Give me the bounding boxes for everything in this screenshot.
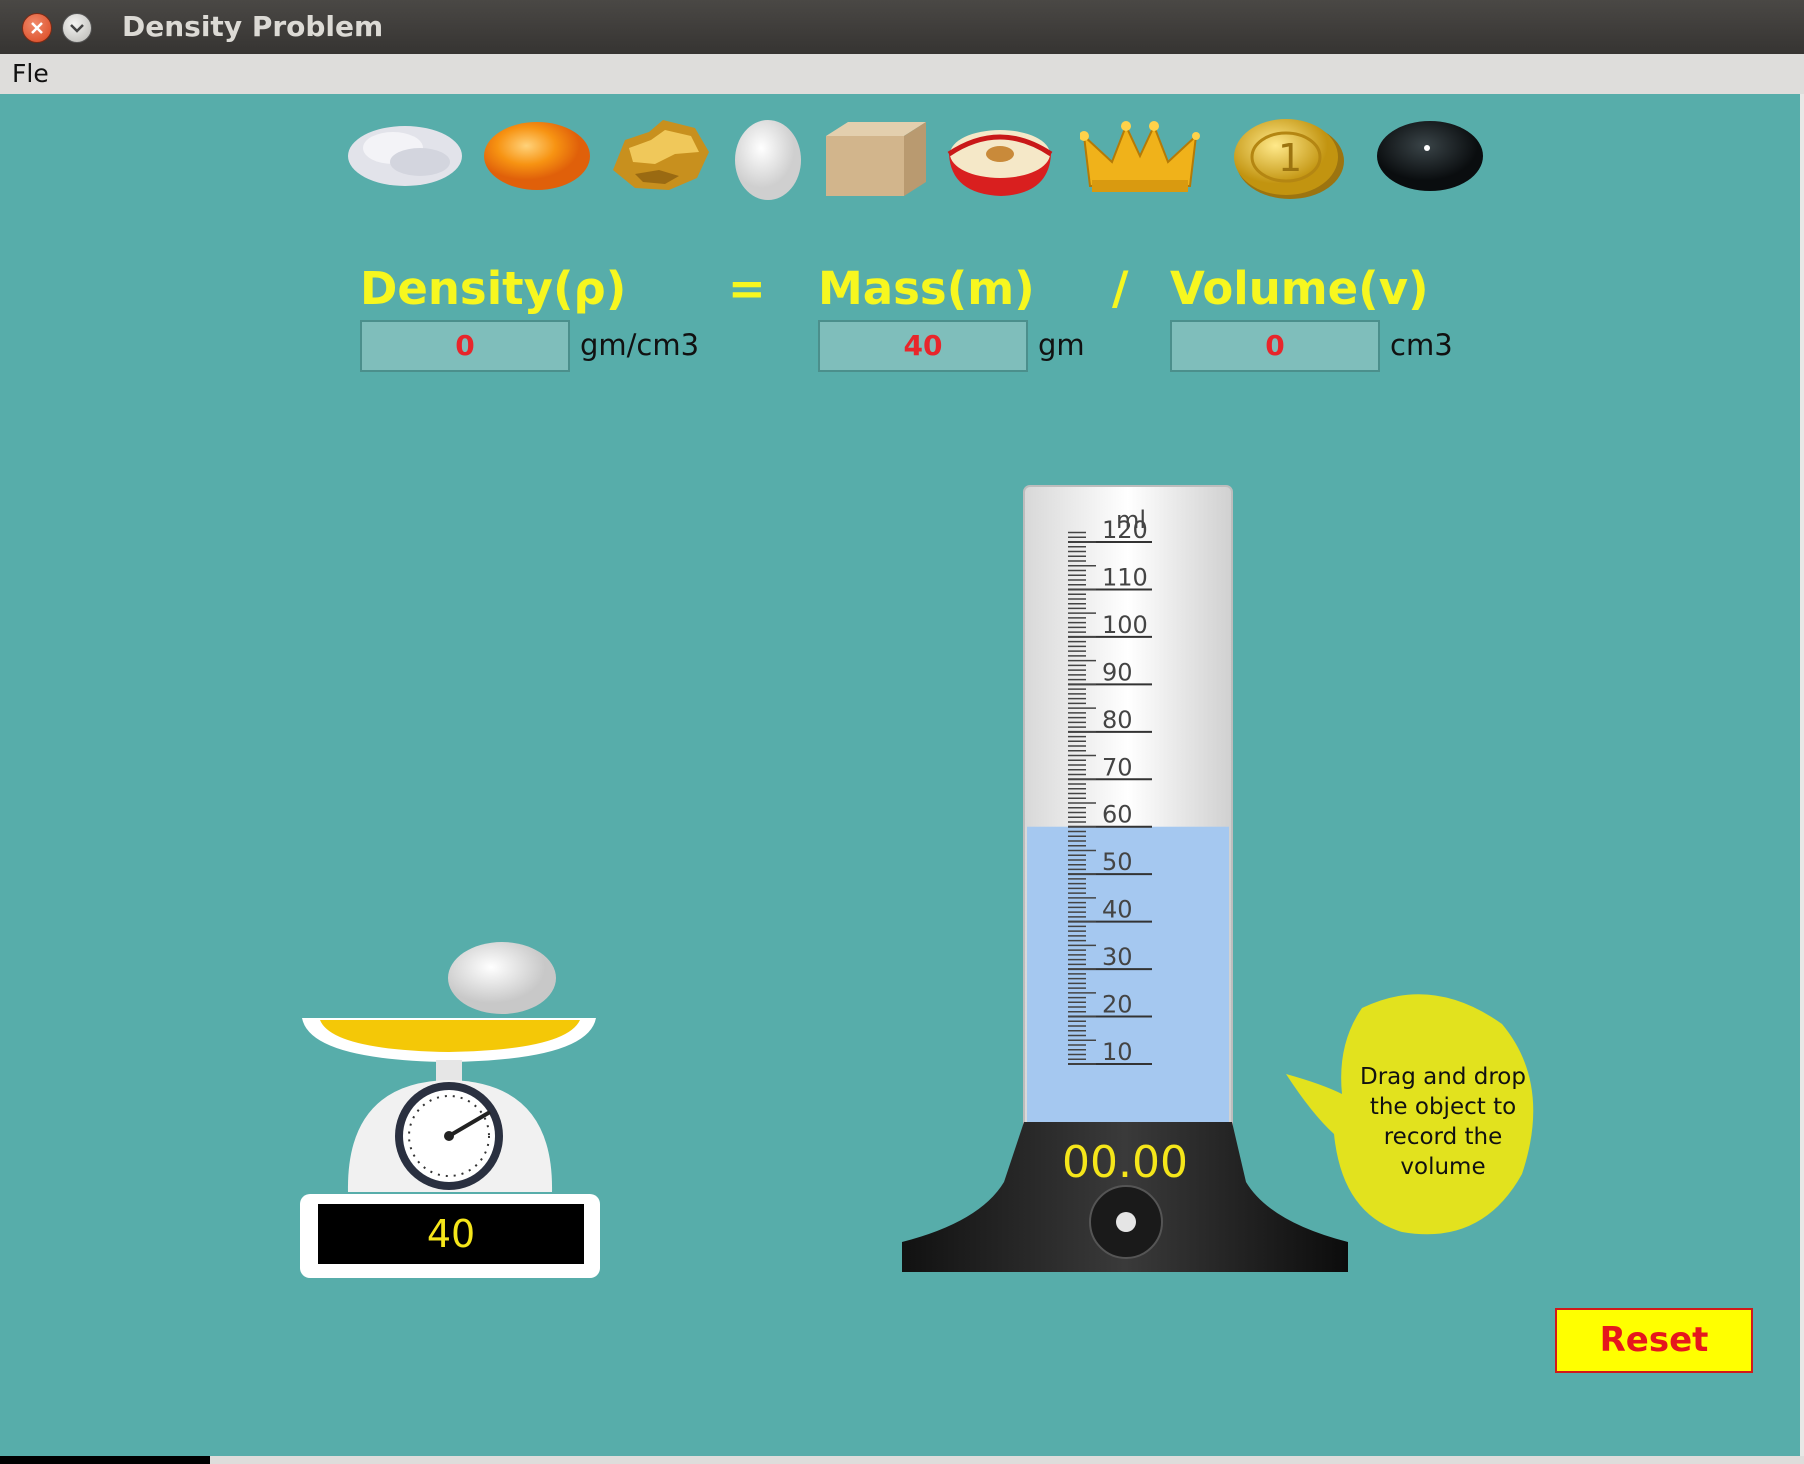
tick-label: 10: [1102, 1038, 1133, 1066]
tick-label: 70: [1102, 753, 1133, 781]
wood-block-icon[interactable]: [820, 118, 930, 198]
tick-label: 40: [1102, 896, 1133, 924]
window-title: Density Problem: [122, 10, 384, 43]
svg-text:1: 1: [1278, 136, 1302, 180]
mass-field[interactable]: 40: [818, 320, 1028, 372]
close-glyph-icon: [31, 22, 43, 34]
status-strip: [0, 1456, 1804, 1464]
density-label: Density(ρ): [360, 262, 627, 315]
menu-bar: Fle: [0, 54, 1804, 95]
window-titlebar: Density Problem: [0, 0, 1804, 54]
mass-label: Mass(m): [818, 262, 1035, 315]
mass-unit: gm: [1038, 328, 1085, 362]
egg-icon[interactable]: [733, 118, 803, 202]
reset-button[interactable]: Reset: [1555, 1308, 1753, 1373]
volume-label: Volume(v): [1170, 262, 1429, 315]
tick-label: 30: [1102, 943, 1133, 971]
density-field[interactable]: 0: [360, 320, 570, 372]
tick-label: 20: [1102, 991, 1133, 1019]
cylinder-readout: 00.00: [1062, 1137, 1188, 1188]
volume-unit: cm3: [1390, 328, 1453, 362]
tick-label: 80: [1102, 706, 1133, 734]
chevron-down-icon: [70, 24, 84, 33]
black-stone-icon[interactable]: [1375, 118, 1485, 194]
gold-nugget-icon[interactable]: [605, 118, 715, 196]
cotton-icon[interactable]: [345, 118, 465, 193]
density-unit: gm/cm3: [580, 328, 700, 362]
tick-label: 90: [1102, 658, 1133, 686]
window-edge: [1800, 94, 1804, 1456]
scale-readout: 40: [318, 1204, 584, 1264]
crown-icon[interactable]: [1080, 118, 1200, 198]
coin-icon[interactable]: 1: [1232, 115, 1348, 201]
golf-ball-icon[interactable]: [448, 942, 556, 1014]
divide-sign: /: [1112, 262, 1129, 315]
menu-file[interactable]: Fle: [12, 59, 49, 88]
tick-label: 100: [1102, 611, 1148, 639]
tick-label: 50: [1102, 848, 1133, 876]
equals-sign: =: [728, 262, 766, 315]
hint-text: Drag and drop the object to record the v…: [1360, 1064, 1526, 1180]
volume-field[interactable]: 0: [1170, 320, 1380, 372]
tick-label: 110: [1102, 563, 1148, 591]
unit-label: ml: [1116, 506, 1146, 534]
apple-icon[interactable]: [945, 118, 1055, 198]
orange-icon[interactable]: [482, 118, 592, 193]
tick-label: 60: [1102, 801, 1133, 829]
